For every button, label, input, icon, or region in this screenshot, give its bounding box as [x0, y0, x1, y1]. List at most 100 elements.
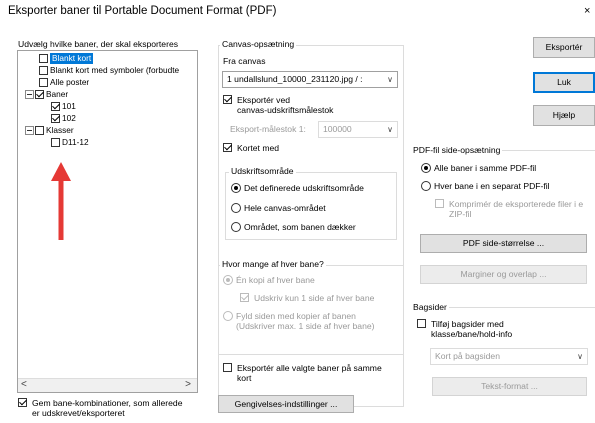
tree-checkbox[interactable]	[51, 138, 60, 147]
checkbox[interactable]	[223, 363, 232, 372]
separator	[440, 307, 595, 308]
tree-item-label: Baner	[46, 89, 69, 99]
help-button[interactable]: Hjælp	[533, 105, 595, 126]
chevron-down-icon: ∨	[577, 352, 583, 361]
print-area-option[interactable]: Hele canvas-området	[231, 203, 326, 213]
tree-checkbox[interactable]	[51, 114, 60, 123]
copies-title: Hvor mange af hver bane?	[220, 259, 326, 269]
checkbox-label: Eksportér ved	[237, 95, 291, 105]
map-with-checkbox[interactable]: Kortet med	[223, 143, 279, 153]
checkbox-label: kort	[237, 373, 252, 383]
radio[interactable]	[421, 163, 431, 173]
one-copy-radio[interactable]: Én kopi af hver bane	[223, 275, 315, 285]
pdf-page-size-button[interactable]: PDF side-størrelse ...	[420, 234, 587, 253]
radio-label: Hele canvas-området	[244, 203, 326, 213]
checkbox[interactable]	[223, 143, 232, 152]
tree-item-label: Blankt kort med symboler (forbudte	[50, 65, 180, 75]
radio-label: Området, som banen dækker	[244, 222, 356, 232]
checkbox-label: canvas-udskriftsmålestok	[237, 105, 334, 115]
tree-item-blank-map[interactable]: Blankt kort	[39, 53, 94, 64]
tree-item-course-102[interactable]: 102	[51, 113, 76, 124]
canvas-setup-title: Canvas-opsætning	[220, 39, 297, 49]
pdf-page-setup-title: PDF-fil side-opsætning	[413, 145, 503, 155]
radio-label: Én kopi af hver bane	[236, 275, 315, 285]
radio-label: Det definerede udskriftsområde	[244, 183, 364, 193]
print-area-option[interactable]: Området, som banen dækker	[231, 222, 356, 232]
tree-checkbox[interactable]	[51, 102, 60, 111]
tree-checkbox[interactable]	[35, 90, 44, 99]
canvas-select[interactable]: 1 undallslund_10000_231120.jpg / : ∨	[222, 71, 398, 88]
tree-item-label: D11-12	[62, 137, 89, 147]
back-page-select[interactable]: Kort på bagsiden ∨	[430, 348, 588, 365]
close-button[interactable]: Luk	[533, 72, 595, 93]
collapse-icon[interactable]	[25, 126, 34, 135]
margins-overlap-button[interactable]: Marginer og overlap ...	[420, 265, 587, 284]
export-scale-select[interactable]: 100000 ∨	[318, 121, 398, 138]
export-button[interactable]: Eksportér	[533, 37, 595, 58]
tree-item-courses[interactable]: Baner	[25, 89, 68, 100]
all-in-same-pdf-radio[interactable]: Alle baner i samme PDF-fil	[421, 163, 536, 173]
checkbox-label: Komprimér de eksporterede filer i e	[449, 199, 584, 209]
tree-checkbox[interactable]	[39, 54, 48, 63]
tree-item-blank-map-symbols[interactable]: Blankt kort med symboler (forbudte	[39, 65, 179, 76]
tree-item-label: Alle poster	[50, 77, 90, 87]
from-canvas-label: Fra canvas	[223, 56, 266, 66]
checkbox-label: ZIP-fil	[449, 209, 472, 219]
annotation-arrow-icon	[51, 162, 71, 240]
remember-combinations-checkbox[interactable]: Gem bane-kombinationer, som allerede er …	[18, 398, 182, 418]
checkbox-label: Tilføj bagsider med	[431, 319, 504, 329]
export-scale-label: Eksport-målestok 1:	[230, 124, 306, 134]
radio-label: (Udskriver max. 1 side af hver bane)	[236, 321, 375, 331]
checkbox-label: Udskriv kun 1 side af hver bane	[254, 293, 375, 303]
tree-item-course-101[interactable]: 101	[51, 101, 76, 112]
radio[interactable]	[231, 222, 241, 232]
export-at-scale-checkbox[interactable]: Eksportér ved canvas-udskriftsmålestok	[223, 95, 333, 115]
canvas-select-value: 1 undallslund_10000_231120.jpg / :	[227, 74, 363, 84]
appearance-settings-button[interactable]: Gengivelses-indstillinger ...	[218, 395, 354, 413]
radio[interactable]	[223, 311, 233, 321]
tree-checkbox[interactable]	[35, 126, 44, 135]
collapse-icon[interactable]	[25, 90, 34, 99]
tree-item-class-d11-12[interactable]: D11-12	[51, 137, 89, 148]
radio[interactable]	[421, 181, 431, 191]
radio-label: Alle baner i samme PDF-fil	[434, 163, 537, 173]
add-back-pages-checkbox[interactable]: Tilføj bagsider med klasse/bane/hold-inf…	[417, 319, 512, 339]
scroll-left-icon[interactable]: <	[21, 379, 27, 390]
export-scale-value: 100000	[323, 124, 352, 134]
checkbox-label: Gem bane-kombinationer, som allerede	[32, 398, 183, 408]
each-separate-pdf-radio[interactable]: Hver bane i en separat PDF-fil	[421, 181, 550, 191]
print-area-title: Udskriftsområde	[229, 166, 296, 176]
text-format-button[interactable]: Tekst-format ...	[432, 377, 587, 396]
radio[interactable]	[223, 275, 233, 285]
checkbox[interactable]	[18, 398, 27, 407]
tree-checkbox[interactable]	[39, 66, 48, 75]
print-one-page-checkbox[interactable]: Udskriv kun 1 side af hver bane	[240, 293, 374, 303]
window-title: Eksporter baner til Portable Document Fo…	[8, 5, 277, 17]
radio-label: Fyld siden med kopier af banen	[236, 311, 356, 321]
radio-label: Hver bane i en separat PDF-fil	[434, 181, 550, 191]
tree-item-label: Klasser	[46, 125, 74, 135]
scroll-right-icon[interactable]: >	[185, 379, 191, 390]
compress-zip-checkbox[interactable]: Komprimér de eksporterede filer i e ZIP-…	[435, 199, 583, 219]
checkbox-label: klasse/bane/hold-info	[431, 329, 513, 339]
tree-item-label: 102	[62, 113, 76, 123]
print-area-option[interactable]: Det definerede udskriftsområde	[231, 183, 364, 193]
tree-checkbox[interactable]	[39, 78, 48, 87]
back-page-select-value: Kort på bagsiden	[435, 351, 500, 361]
tree-item-classes[interactable]: Klasser	[25, 125, 74, 136]
course-tree[interactable]: Blankt kort Blankt kort med symboler (fo…	[17, 50, 198, 393]
checkbox-label: Eksportér alle valgte baner på samme	[237, 363, 382, 373]
export-all-same-map-checkbox[interactable]: Eksportér alle valgte baner på samme kor…	[223, 363, 382, 383]
tree-item-all-controls[interactable]: Alle poster	[39, 77, 89, 88]
tree-item-label: Blankt kort	[50, 53, 94, 64]
radio[interactable]	[231, 183, 241, 193]
close-icon[interactable]: ×	[584, 5, 590, 17]
horizontal-scrollbar[interactable]: < >	[18, 378, 197, 392]
export-selection-label: Udvælg hvilke baner, der skal eksportere…	[18, 39, 179, 49]
checkbox[interactable]	[435, 199, 444, 208]
checkbox[interactable]	[240, 293, 249, 302]
checkbox[interactable]	[417, 319, 426, 328]
checkbox[interactable]	[223, 95, 232, 104]
fill-page-radio[interactable]: Fyld siden med kopier af banen (Udskrive…	[223, 311, 375, 331]
radio[interactable]	[231, 203, 241, 213]
